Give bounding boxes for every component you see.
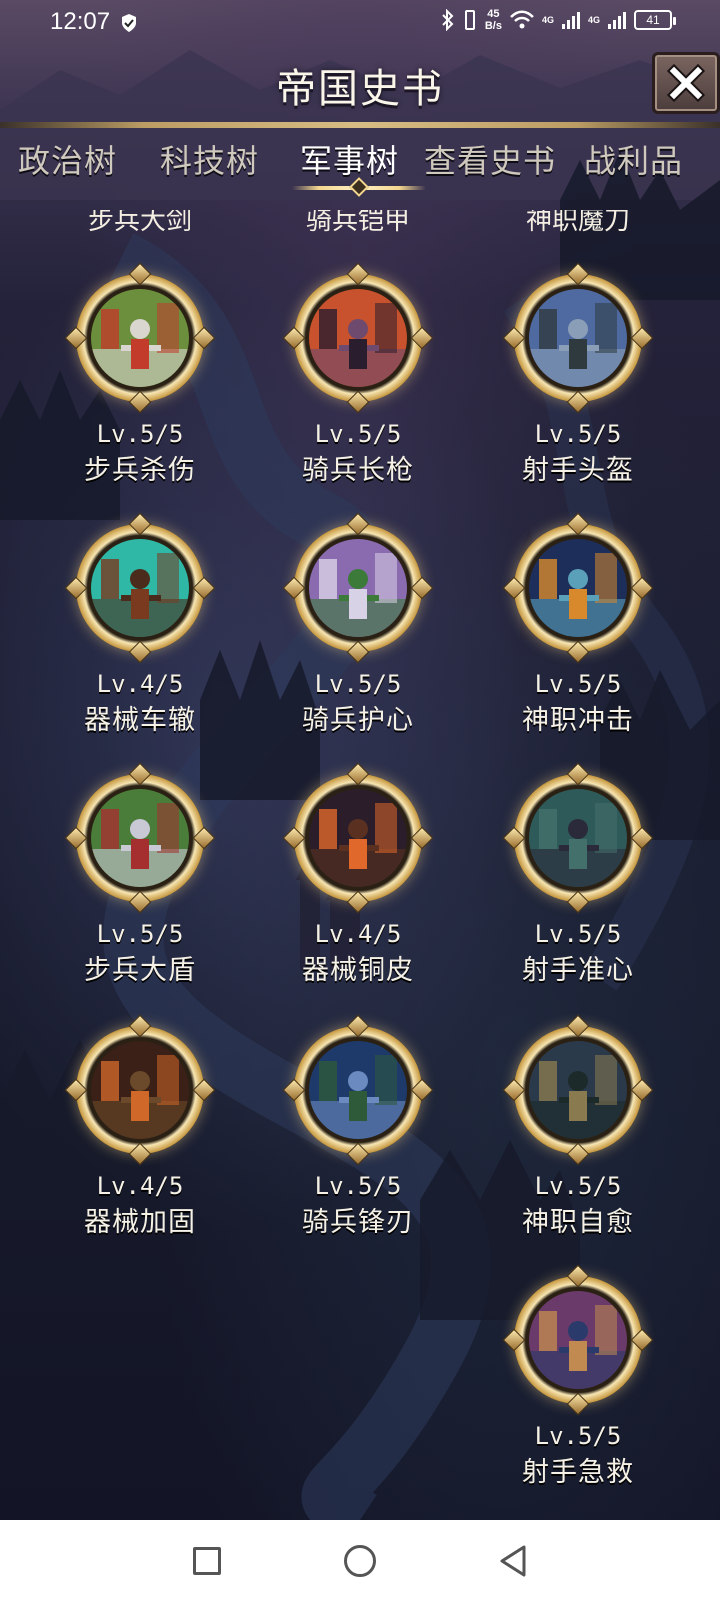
shield-icon: [122, 14, 136, 32]
skill-level: Lv.5/5: [314, 420, 402, 448]
tab-military[interactable]: 军事树: [300, 136, 399, 182]
skill-name: 神职冲击: [522, 705, 634, 736]
network-label-2: 4G: [587, 15, 600, 25]
battery-indicator: 41: [634, 10, 676, 30]
skill-node[interactable]: Lv.5/5 神职冲击: [498, 512, 658, 738]
tab-politics[interactable]: 政治树: [18, 136, 117, 182]
skill-level: Lv.5/5: [314, 1172, 402, 1200]
skill-medallion[interactable]: [282, 262, 434, 414]
skill-node[interactable]: Lv.5/5 骑兵长枪: [278, 262, 438, 488]
skill-level: Lv.5/5: [534, 420, 622, 448]
bluetooth-icon: [442, 9, 454, 31]
skill-medallion[interactable]: [502, 512, 654, 664]
skill-node[interactable]: Lv.5/5 射手头盔: [498, 262, 658, 488]
skill-medallion[interactable]: [502, 1014, 654, 1166]
cavalry-squad-icon: [309, 1041, 407, 1139]
net-speed: 45 B/s: [484, 8, 502, 32]
skill-level: Lv.5/5: [534, 1172, 622, 1200]
skill-node[interactable]: Lv.5/5 射手准心: [498, 762, 658, 988]
skill-medallion[interactable]: [282, 512, 434, 664]
forge-fire-icon: [309, 789, 407, 887]
skill-name: 器械铜皮: [302, 955, 414, 986]
skill-medallion[interactable]: [502, 762, 654, 914]
page-title: 帝国史书: [276, 66, 444, 112]
tab-spoils[interactable]: 战利品: [584, 136, 683, 182]
skill-level: Lv.4/5: [96, 670, 184, 698]
skill-name: 步兵杀伤: [84, 455, 196, 486]
cathedral-interior-icon: [529, 539, 627, 637]
skill-level: Lv.5/5: [96, 420, 184, 448]
skill-medallion[interactable]: [64, 512, 216, 664]
skill-name: 神职自愈: [522, 1207, 634, 1238]
skill-level: Lv.4/5: [96, 1172, 184, 1200]
skill-node[interactable]: Lv.4/5 器械车辙: [60, 512, 220, 738]
skill-node[interactable]: Lv.5/5 骑兵锋刃: [278, 1014, 438, 1240]
clock: 12:07: [50, 8, 111, 35]
close-x-icon: [666, 63, 706, 103]
skill-name: 步兵大盾: [84, 955, 196, 986]
skill-node[interactable]: Lv.4/5 器械铜皮: [278, 762, 438, 988]
triangle-back-icon[interactable]: [498, 1544, 528, 1578]
workshop-wheel-icon: [91, 1041, 189, 1139]
siege-ruins-icon: [91, 539, 189, 637]
skill-level: Lv.5/5: [534, 920, 622, 948]
skill-name: 骑兵锋刃: [302, 1207, 414, 1238]
skill-node[interactable]: Lv.5/5 神职自愈: [498, 1014, 658, 1240]
skill-node[interactable]: Lv.4/5 器械加固: [60, 1014, 220, 1240]
status-bar: 12:07 45 B/s 4G 4G 41: [0, 0, 720, 48]
forest-cottage-icon: [529, 789, 627, 887]
skill-name: 射手急救: [522, 1457, 634, 1488]
skill-level: Lv.4/5: [314, 920, 402, 948]
tab-history[interactable]: 查看史书: [424, 136, 556, 182]
skill-node[interactable]: Lv.5/5 步兵大盾: [60, 762, 220, 988]
skill-name: 器械车辙: [84, 705, 196, 736]
skill-name: 器械加固: [84, 1207, 196, 1238]
tab-technology[interactable]: 科技树: [160, 136, 259, 182]
skill-medallion[interactable]: [282, 762, 434, 914]
cavalry-rider-icon: [309, 289, 407, 387]
skill-medallion[interactable]: [64, 1014, 216, 1166]
charging-horse-icon: [309, 539, 407, 637]
skill-name: 骑兵护心: [302, 705, 414, 736]
skill-level: Lv.5/5: [534, 670, 622, 698]
skill-node[interactable]: Lv.5/5 骑兵护心: [278, 512, 438, 738]
infantry-knight-icon: [91, 289, 189, 387]
skill-medallion[interactable]: [64, 262, 216, 414]
skill-level: Lv.5/5: [314, 670, 402, 698]
skill-node[interactable]: Lv.5/5 射手急救: [498, 1264, 658, 1490]
header-divider: [0, 122, 720, 128]
signal-icon-1: [561, 12, 580, 29]
chapel-icon: [529, 1291, 627, 1389]
armored-warrior-icon: [529, 289, 627, 387]
signal-icon-2: [608, 12, 626, 29]
skill-name: 射手准心: [522, 955, 634, 986]
shield-soldier-icon: [91, 789, 189, 887]
skill-medallion[interactable]: [502, 262, 654, 414]
wifi-icon: [510, 10, 534, 29]
skill-medallion[interactable]: [64, 762, 216, 914]
network-label-1: 4G: [541, 15, 554, 25]
skill-medallion[interactable]: [282, 1014, 434, 1166]
skill-name: 射手头盔: [522, 455, 634, 486]
square-icon[interactable]: [193, 1547, 221, 1575]
statue-temple-icon: [529, 1041, 627, 1139]
skill-name: 骑兵长枪: [302, 455, 414, 486]
skill-node[interactable]: Lv.5/5 步兵杀伤: [60, 262, 220, 488]
vibrate-icon: [464, 10, 475, 30]
skill-medallion[interactable]: [502, 1264, 654, 1416]
skill-level: Lv.5/5: [534, 1422, 622, 1450]
skill-level: Lv.5/5: [96, 920, 184, 948]
circle-icon[interactable]: [344, 1545, 376, 1577]
close-button[interactable]: [652, 52, 720, 114]
